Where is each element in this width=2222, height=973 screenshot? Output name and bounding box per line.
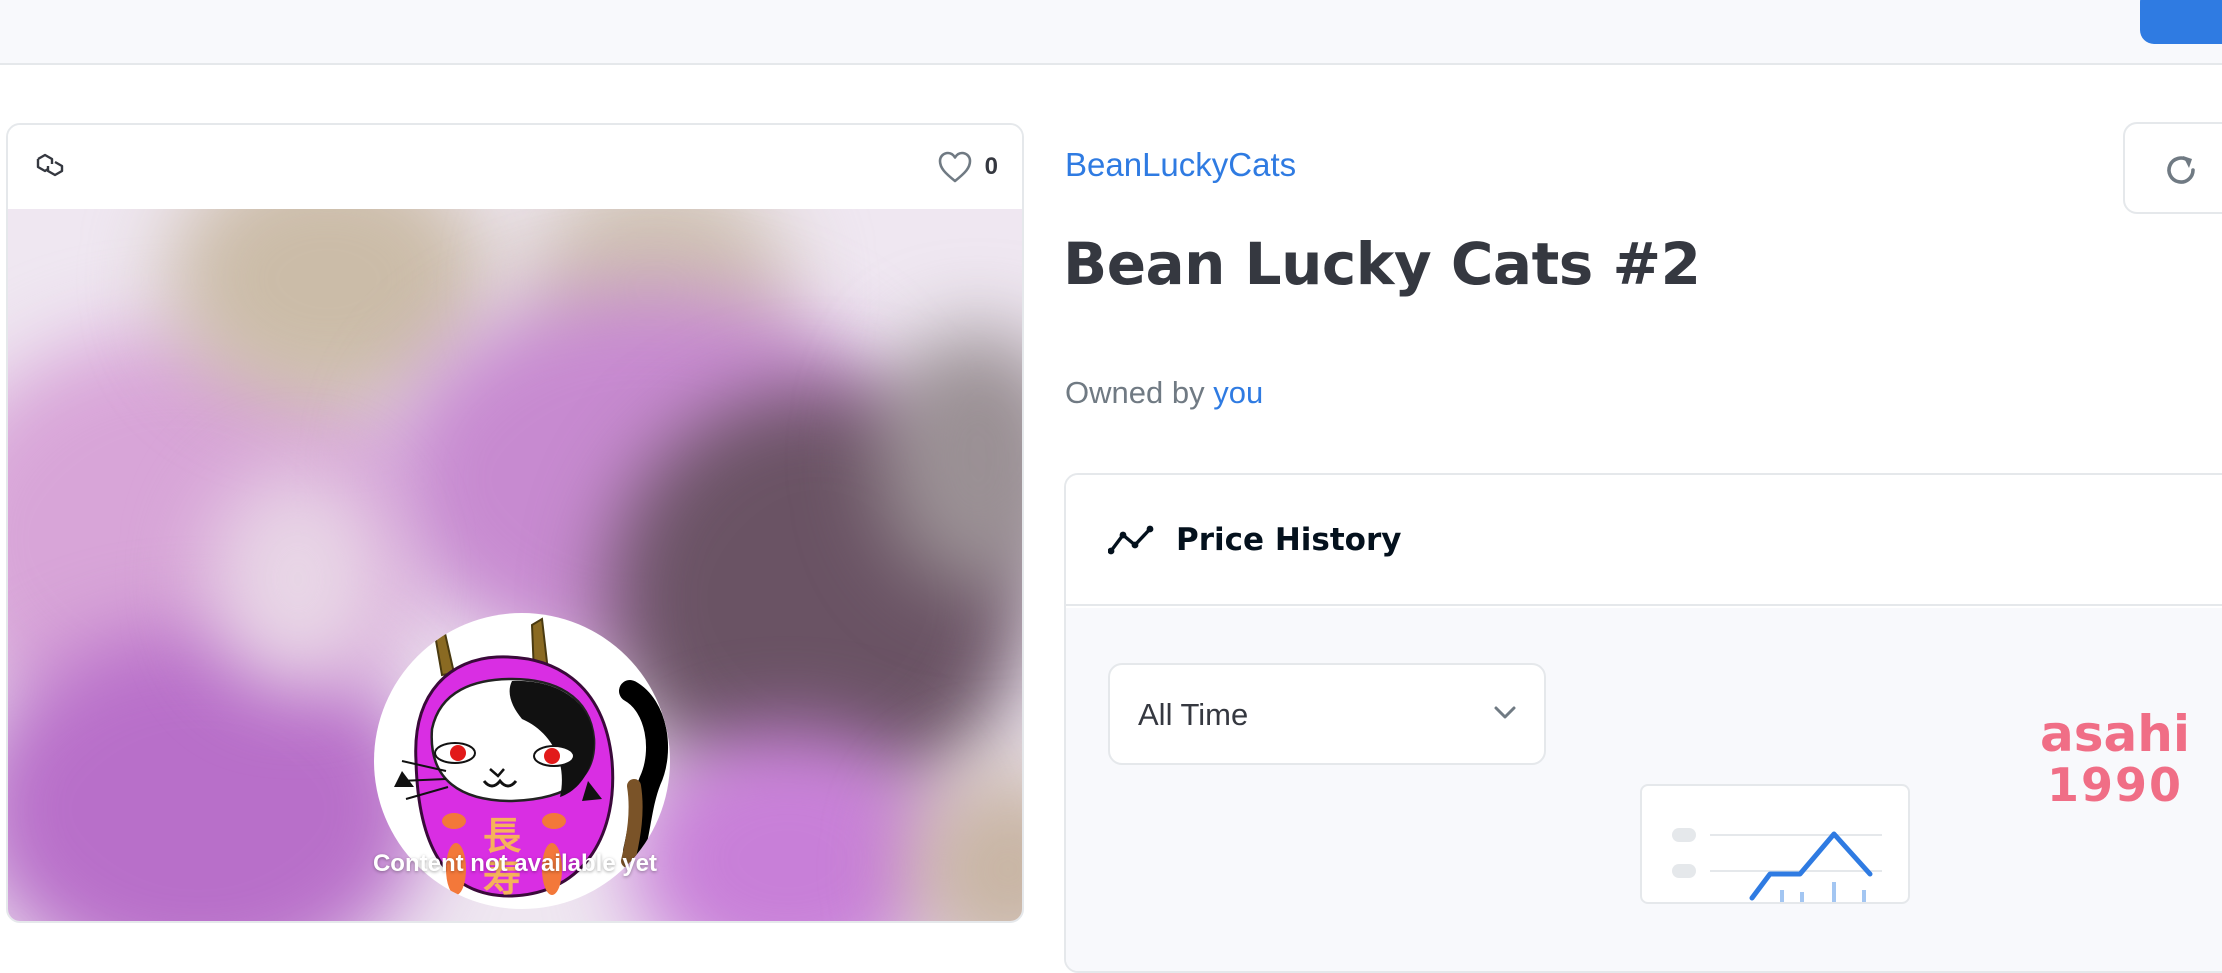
favorites-count: 0 xyxy=(984,153,998,180)
price-history-title: Price History xyxy=(1176,522,1402,558)
media-card-header: 0 xyxy=(8,125,1022,209)
asset-media[interactable]: 長 寿 Content not available yet xyxy=(8,209,1022,921)
asset-title: Bean Lucky Cats #2 xyxy=(1063,230,1701,298)
heart-icon xyxy=(938,151,971,183)
chevron-down-icon xyxy=(1494,706,1516,719)
time-period-value: All Time xyxy=(1138,697,1249,732)
owner-link[interactable]: you xyxy=(1213,375,1263,410)
watermark-line-1: asahi xyxy=(2040,705,2190,763)
refresh-metadata-button[interactable] xyxy=(2123,122,2222,214)
asset-media-card: 0 長 寿 Content not available yet xyxy=(6,123,1024,923)
time-period-select[interactable]: All Time xyxy=(1108,663,1546,765)
watermark: asahi 1990 xyxy=(2030,708,2200,809)
no-data-chart-illustration xyxy=(1640,784,1910,904)
polygon-chain-icon[interactable] xyxy=(32,147,68,183)
empty-chart-graphic xyxy=(1672,828,1882,902)
content-unavailable-message: Content not available yet xyxy=(372,850,658,877)
top-navigation-bar xyxy=(0,0,2222,65)
blur-blob xyxy=(208,469,388,689)
refresh-icon xyxy=(2167,156,2195,184)
collection-link[interactable]: BeanLuckyCats xyxy=(1065,146,1296,184)
top-primary-button[interactable] xyxy=(2140,0,2222,44)
favorite-button[interactable]: 0 xyxy=(937,147,998,187)
watermark-line-2: 1990 xyxy=(2046,757,2184,812)
price-history-header[interactable]: Price History xyxy=(1066,475,2222,606)
trend-line-icon xyxy=(1108,525,1154,555)
owned-by: Owned by you xyxy=(1065,375,1263,411)
owned-by-label: Owned by xyxy=(1065,375,1205,410)
